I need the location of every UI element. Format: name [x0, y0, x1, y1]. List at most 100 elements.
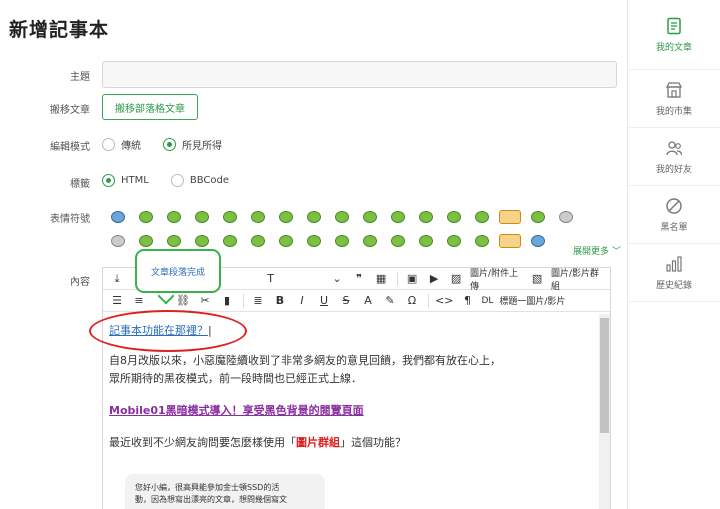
italic-button[interactable]: I [294, 292, 310, 310]
tag-label: 標籤 [70, 179, 90, 190]
rich-text-editor: ⤓ ↻ T ⌄ ❞ ▦ ▣ ▶ ▨ 圖片/附件上傳 ▧ 圖片/影片群組 ☰ ≡ … [102, 267, 611, 509]
emoticon-icon[interactable] [300, 232, 328, 250]
radio-selected-icon[interactable] [163, 138, 176, 151]
callout-text: 文章段落完成 [150, 267, 205, 278]
editor-toolbar-row-2: ☰ ≡ ⛓ ✂ ▮ ≣ B I U S A ✎ Ω <> ¶ DL 標題一圖片/… [103, 290, 610, 312]
sidebar-item-my-market[interactable]: 我的市集 [628, 70, 720, 128]
strike-button[interactable]: S [338, 292, 354, 310]
expand-more-link[interactable]: 展開更多 ﹀ [573, 244, 621, 257]
align-icon[interactable]: ≣ [250, 292, 266, 310]
link-icon[interactable]: ⛓ [175, 292, 191, 310]
emoticon-icon[interactable] [132, 232, 160, 250]
emoticon-icon[interactable] [244, 208, 272, 226]
emoticon-icon[interactable] [440, 232, 468, 250]
chart-icon [666, 255, 682, 272]
emoticon-icon[interactable] [384, 232, 412, 250]
image-group-highlight: 圖片群組 [296, 436, 340, 449]
annotation-red-ellipse [89, 310, 247, 352]
radio-icon[interactable] [170, 174, 184, 187]
subject-input[interactable] [102, 61, 617, 88]
store-icon [665, 81, 683, 98]
dropdown-chevron-icon[interactable]: ⌄ [329, 270, 345, 288]
move-blog-post-button[interactable]: 搬移部落格文章 [102, 94, 198, 120]
tag-html-label: HTML [121, 175, 149, 186]
sidebar-item-my-articles[interactable]: 我的文章 [628, 0, 720, 70]
image-upload-button[interactable]: 圖片/附件上傳 [470, 269, 523, 292]
table-icon[interactable]: ▦ [373, 270, 389, 288]
image-upload-icon[interactable]: ▨ [448, 270, 464, 288]
paragraph-line: 自8月改版以來，小惡魔陸續收到了非常多網友的意見回饋，我們都有放在心上， [109, 354, 501, 367]
sidebar: 我的文章 我的市集 我的好友 黑名單 歷史紀錄 [627, 0, 720, 509]
emoticon-icon[interactable] [496, 232, 524, 250]
emoticon-icon[interactable] [272, 232, 300, 250]
emoticon-icon[interactable] [552, 208, 580, 226]
emoticon-icon[interactable] [384, 208, 412, 226]
scrollbar-thumb[interactable] [600, 318, 609, 433]
sidebar-item-blacklist[interactable]: 黑名單 [628, 186, 720, 244]
emoticon-icon[interactable] [216, 232, 244, 250]
emoticon-icon[interactable] [132, 208, 160, 226]
emoticon-icon[interactable] [104, 232, 132, 250]
tag-bbcode[interactable]: BBCode [170, 174, 229, 187]
annotation-callout: 文章段落完成 [135, 249, 221, 293]
emoticon-icon[interactable] [244, 232, 272, 250]
emoticon-icon[interactable] [468, 208, 496, 226]
caption-button[interactable]: 標題一圖片/影片 [499, 292, 565, 310]
emoticon-icon[interactable] [160, 232, 188, 250]
sidebar-item-my-friends[interactable]: 我的好友 [628, 128, 720, 186]
sidebar-item-label: 我的好友 [655, 164, 692, 175]
numbered-list-icon[interactable]: ≡ [131, 292, 147, 310]
radio-selected-icon[interactable] [102, 174, 115, 187]
image-group-icon[interactable]: ▧ [529, 270, 545, 288]
emoticon-icon[interactable] [356, 208, 384, 226]
code-button[interactable]: <> [435, 292, 453, 310]
dl-button[interactable]: DL [481, 292, 493, 310]
emoticon-icon[interactable] [356, 232, 384, 250]
mobile01-dark-mode-link[interactable]: Mobile01黑暗模式導入！享受黑色背景的閱覽頁面 [109, 402, 594, 420]
bullet-list-icon[interactable]: ☰ [109, 292, 125, 310]
bookmark-icon[interactable]: ▮ [219, 292, 235, 310]
emoticon-icon[interactable] [104, 208, 132, 226]
omega-button[interactable]: Ω [404, 292, 420, 310]
friends-icon [666, 140, 683, 155]
emoticon-icon[interactable] [524, 232, 552, 250]
unlink-icon[interactable]: ✂ [197, 292, 213, 310]
emoticon-icon[interactable] [160, 208, 188, 226]
sidebar-item-label: 我的文章 [655, 42, 692, 53]
bold-button[interactable]: B [272, 292, 288, 310]
image-group-button[interactable]: 圖片/影片群組 [551, 269, 604, 292]
edit-mode-traditional-label: 傳統 [121, 141, 141, 152]
edit-mode-traditional[interactable]: 傳統 [102, 137, 141, 152]
image-icon[interactable]: ▣ [404, 270, 420, 288]
highlight-icon[interactable]: ✎ [382, 292, 398, 310]
emoticon-icon[interactable] [328, 232, 356, 250]
emoticon-icon[interactable] [412, 232, 440, 250]
quote-icon[interactable]: ❞ [351, 270, 367, 288]
paragraph-text: 」這個功能？ [340, 436, 406, 449]
comment-line: 您好小編，很高興能參加金士頓SSD的活 [135, 483, 280, 492]
editor-scrollbar[interactable] [599, 314, 610, 509]
download-icon[interactable]: ⤓ [109, 270, 125, 288]
emoticon-icon[interactable] [188, 208, 216, 226]
page-title: 新增記事本 [9, 19, 110, 41]
edit-mode-wysiwyg[interactable]: 所見所得 [163, 137, 222, 152]
emoticon-icon[interactable] [524, 208, 552, 226]
emoticon-icon[interactable] [496, 208, 524, 226]
emoticon-icon[interactable] [300, 208, 328, 226]
underline-button[interactable]: U [316, 292, 332, 310]
emoticon-icon[interactable] [412, 208, 440, 226]
video-icon[interactable]: ▶ [426, 270, 442, 288]
emoticon-icon[interactable] [272, 208, 300, 226]
emoticon-icon[interactable] [440, 208, 468, 226]
tag-html[interactable]: HTML [102, 174, 149, 187]
font-size-icon[interactable]: T [263, 270, 279, 288]
emoticon-icon[interactable] [328, 208, 356, 226]
document-icon [667, 17, 681, 34]
emoticon-icon[interactable] [216, 208, 244, 226]
radio-icon[interactable] [102, 138, 115, 151]
font-color-icon[interactable]: A [360, 292, 376, 310]
emoticon-icon[interactable] [188, 232, 216, 250]
emoticon-icon[interactable] [468, 232, 496, 250]
pilcrow-button[interactable]: ¶ [459, 292, 475, 310]
sidebar-item-history[interactable]: 歷史紀錄 [628, 244, 720, 302]
